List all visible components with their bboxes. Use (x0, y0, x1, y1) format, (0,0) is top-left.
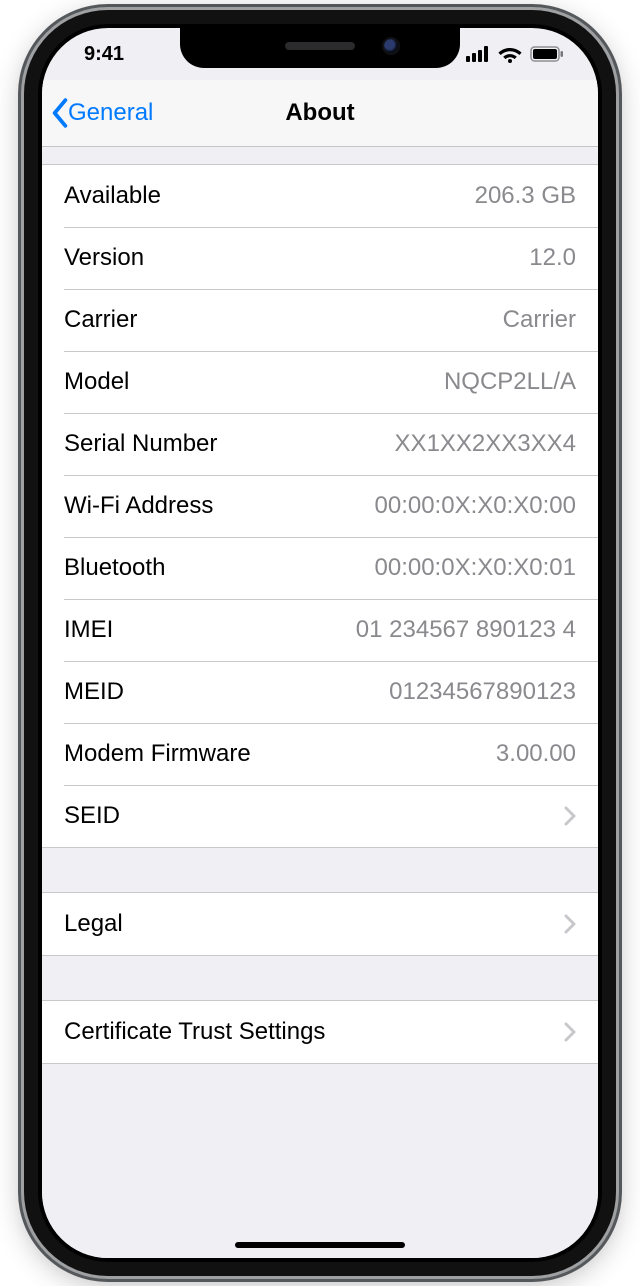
value-wifi-address: 00:00:0X:X0:X0:00 (375, 492, 577, 520)
front-camera (384, 39, 398, 53)
value-model: NQCP2LL/A (444, 368, 576, 396)
label-cert-trust: Certificate Trust Settings (64, 1018, 325, 1046)
value-bluetooth: 00:00:0X:X0:X0:01 (375, 554, 577, 582)
bottom-gap (42, 1064, 598, 1174)
label-wifi-address: Wi-Fi Address (64, 492, 213, 520)
chevron-right-icon (564, 914, 576, 934)
label-available: Available (64, 182, 161, 210)
group-gap (42, 956, 598, 1000)
chevron-right-icon (564, 1022, 576, 1042)
row-seid[interactable]: SEID (42, 785, 598, 847)
earpiece-speaker (285, 42, 355, 50)
row-legal[interactable]: Legal (42, 893, 598, 955)
phone-frame: 9:41 (24, 10, 616, 1276)
status-time: 9:41 (72, 43, 124, 66)
back-label: General (68, 99, 153, 127)
screen: 9:41 (42, 28, 598, 1258)
label-carrier: Carrier (64, 306, 137, 334)
content-scroll-area[interactable]: Available 206.3 GB Version 12.0 Carrier … (42, 146, 598, 1258)
battery-icon (530, 46, 564, 62)
value-version: 12.0 (529, 244, 576, 272)
value-serial-number: XX1XX2XX3XX4 (395, 430, 576, 458)
row-modem-firmware: Modem Firmware 3.00.00 (42, 723, 598, 785)
row-version: Version 12.0 (42, 227, 598, 289)
label-imei: IMEI (64, 616, 113, 644)
legal-group: Legal (42, 892, 598, 956)
notch (180, 28, 460, 68)
nav-bar: General About (42, 80, 598, 147)
row-bluetooth: Bluetooth 00:00:0X:X0:X0:01 (42, 537, 598, 599)
row-certificate-trust-settings[interactable]: Certificate Trust Settings (42, 1001, 598, 1063)
value-modem-firmware: 3.00.00 (496, 740, 576, 768)
label-meid: MEID (64, 678, 124, 706)
chevron-left-icon (50, 98, 70, 128)
home-indicator[interactable] (235, 1242, 405, 1248)
group-gap (42, 848, 598, 892)
label-bluetooth: Bluetooth (64, 554, 165, 582)
label-version: Version (64, 244, 144, 272)
row-wifi-address: Wi-Fi Address 00:00:0X:X0:X0:00 (42, 475, 598, 537)
label-modem-firmware: Modem Firmware (64, 740, 251, 768)
phone-bezel: 9:41 (38, 24, 602, 1262)
cellular-signal-icon (466, 46, 490, 62)
row-imei: IMEI 01 234567 890123 4 (42, 599, 598, 661)
label-legal: Legal (64, 910, 123, 938)
chevron-right-icon (564, 806, 576, 826)
back-button[interactable]: General (50, 80, 153, 146)
value-carrier: Carrier (503, 306, 576, 334)
row-model: Model NQCP2LL/A (42, 351, 598, 413)
row-carrier: Carrier Carrier (42, 289, 598, 351)
row-available: Available 206.3 GB (42, 165, 598, 227)
label-seid: SEID (64, 802, 120, 830)
cert-trust-group: Certificate Trust Settings (42, 1000, 598, 1064)
wifi-icon (498, 45, 522, 63)
nav-title: About (285, 99, 354, 127)
value-available: 206.3 GB (475, 182, 576, 210)
value-imei: 01 234567 890123 4 (356, 616, 576, 644)
value-meid: 01234567890123 (389, 678, 576, 706)
label-serial-number: Serial Number (64, 430, 217, 458)
about-group: Available 206.3 GB Version 12.0 Carrier … (42, 164, 598, 848)
row-meid: MEID 01234567890123 (42, 661, 598, 723)
row-serial-number: Serial Number XX1XX2XX3XX4 (42, 413, 598, 475)
label-model: Model (64, 368, 129, 396)
status-icons (466, 45, 568, 63)
